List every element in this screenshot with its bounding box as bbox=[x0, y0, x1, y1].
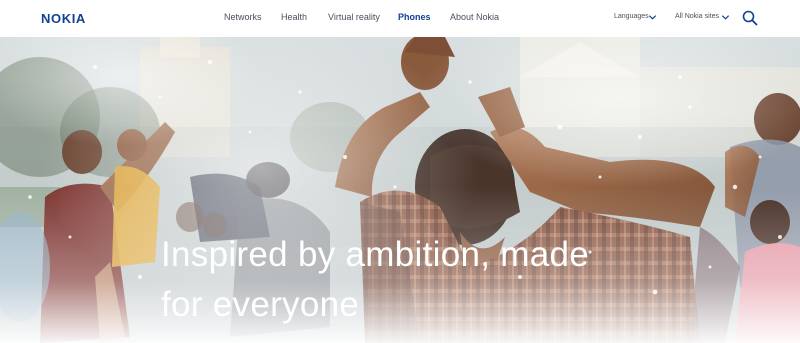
all-nokia-sites-dropdown[interactable]: All Nokia sites bbox=[675, 13, 719, 20]
hero-banner: Inspired by ambition, made for everyone bbox=[0, 37, 800, 343]
hero-headline-line1: Inspired by ambition, made bbox=[161, 235, 590, 274]
hero-headline-line2: for everyone bbox=[161, 285, 360, 324]
chevron-down-icon[interactable] bbox=[648, 13, 657, 22]
chevron-down-icon[interactable] bbox=[721, 13, 730, 22]
search-icon[interactable] bbox=[742, 10, 758, 26]
nav-item-health[interactable]: Health bbox=[281, 12, 307, 22]
nav-item-about-nokia[interactable]: About Nokia bbox=[450, 12, 499, 22]
nav-item-phones[interactable]: Phones bbox=[398, 12, 431, 22]
nav-item-networks[interactable]: Networks bbox=[224, 12, 262, 22]
languages-dropdown[interactable]: Languages bbox=[614, 13, 649, 20]
site-header: NOKIA Networks Health Virtual reality Ph… bbox=[0, 0, 800, 37]
hero-headline: Inspired by ambition, made for everyone bbox=[161, 230, 681, 330]
nav-item-virtual-reality[interactable]: Virtual reality bbox=[328, 12, 380, 22]
